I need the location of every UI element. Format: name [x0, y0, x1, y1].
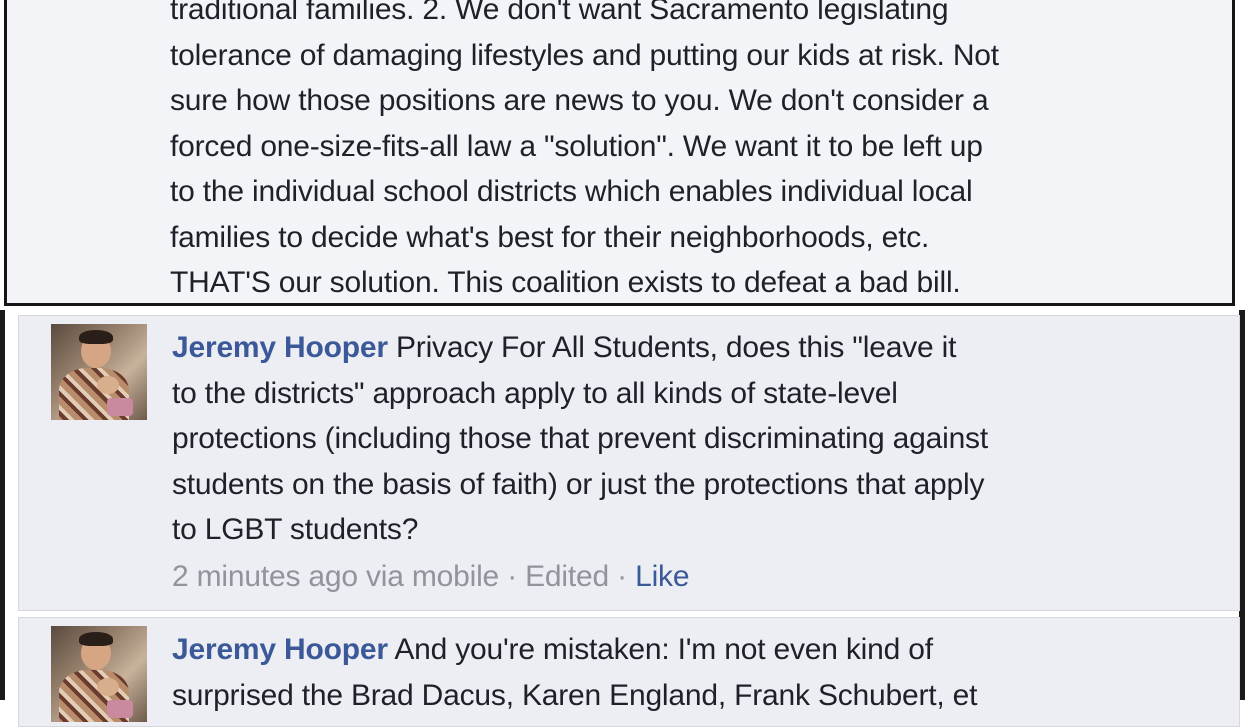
- comment-line: students on the basis of faith) or just …: [172, 467, 985, 501]
- avatar[interactable]: [51, 626, 147, 722]
- comment-text: Privacy For All Students, does this "lea…: [395, 331, 957, 364]
- comment-line: families to decide what's best for their…: [170, 220, 930, 254]
- comment-thread: traditional families. 2. We don't want S…: [0, 0, 1245, 727]
- comment-line: traditional families. 2. We don't want S…: [170, 0, 949, 26]
- comment-jeremy-hooper-1: Jeremy Hooper Privacy For All Students, …: [18, 315, 1240, 611]
- comment-privacy-for-all-students: traditional families. 2. We don't want S…: [4, 0, 1235, 306]
- comment-text: And you're mistaken: I'm not even kind o…: [394, 633, 933, 666]
- comment-line: tolerance of damaging lifestyles and put…: [170, 38, 999, 72]
- comment-line: to the individual school districts which…: [170, 175, 973, 208]
- timestamp[interactable]: 2 minutes ago via mobile: [172, 560, 499, 593]
- comment-line: Jeremy Hooper Privacy For All Students, …: [172, 325, 1217, 371]
- like-link[interactable]: Like: [635, 560, 689, 593]
- comment-line: THAT'S our solution. This coalition exis…: [170, 266, 961, 299]
- comment-line: to LGBT students?: [172, 513, 419, 546]
- separator: ·: [507, 560, 517, 593]
- edited-label[interactable]: Edited: [525, 560, 609, 593]
- avatar[interactable]: [51, 324, 147, 420]
- comment-line: forced one-size-fits-all law a "solution…: [170, 129, 983, 163]
- frame-border-left: [0, 310, 5, 700]
- comment-line: protections (including those that preven…: [172, 422, 988, 455]
- comment-line: sure how those positions are news to you…: [170, 84, 989, 117]
- comment-body: Jeremy Hooper And you're mistaken: I'm n…: [172, 627, 1217, 718]
- author-link[interactable]: Jeremy Hooper: [172, 633, 388, 666]
- comment-line: Jeremy Hooper And you're mistaken: I'm n…: [172, 627, 1217, 673]
- author-link[interactable]: Jeremy Hooper: [172, 331, 388, 364]
- separator: ·: [617, 560, 627, 593]
- comment-body: traditional families. 2. We don't want S…: [170, 0, 1230, 306]
- comment-jeremy-hooper-2: Jeremy Hooper And you're mistaken: I'm n…: [18, 617, 1240, 727]
- comment-meta: 2 minutes ago via mobile · Edited · Like: [172, 557, 690, 597]
- comment-body: Jeremy Hooper Privacy For All Students, …: [172, 325, 1217, 553]
- comment-line: surprised the Brad Dacus, Karen England,…: [172, 678, 978, 712]
- comment-line: to the districts" approach apply to all …: [172, 376, 898, 410]
